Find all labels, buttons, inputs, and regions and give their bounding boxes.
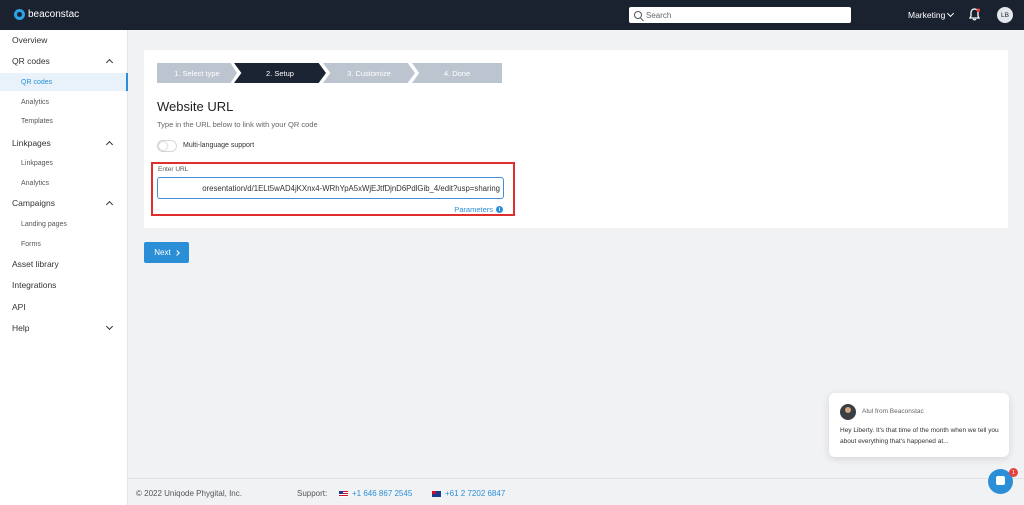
sidebar-item-label: API [12, 302, 26, 312]
sidebar-item-qr-codes[interactable]: QR codes [0, 52, 128, 70]
sidebar-item-label: Templates [21, 117, 53, 125]
footer: © 2022 Uniqode Phygital, Inc. Support: +… [128, 478, 1024, 505]
step-setup[interactable]: 2. Setup [234, 63, 326, 83]
chat-sender: Atul from Beaconstac [862, 408, 924, 415]
sidebar-item-help[interactable]: Help [0, 319, 128, 337]
account-dropdown[interactable]: Marketing [908, 9, 955, 20]
sidebar-item-label: Integrations [12, 280, 57, 290]
phone-us-link[interactable]: +1 646 867 2545 [339, 489, 412, 498]
chevron-right-icon [173, 249, 180, 256]
sidebar-item-label: QR codes [12, 56, 50, 66]
top-bar: beaconstac Marketing LB [0, 0, 1024, 30]
sidebar: Overview QR codes QR codes Analytics Tem… [0, 30, 128, 505]
search-input[interactable] [646, 10, 836, 20]
sidebar-item-label: Linkpages [12, 138, 51, 148]
sidebar-item-label: Asset library [12, 259, 59, 269]
sidebar-item-label: Analytics [21, 179, 50, 187]
chevron-up-icon [105, 140, 114, 149]
chat-unread-badge: 1 [1009, 468, 1018, 477]
avatar[interactable]: LB [997, 7, 1013, 23]
sidebar-item-label: Overview [12, 35, 48, 45]
parameters-label: Parameters [454, 205, 493, 214]
brand-name: beaconstac [28, 9, 80, 20]
sidebar-subitem-landing-pages[interactable]: Landing pages [0, 215, 128, 233]
sidebar-item-label: Landing pages [21, 220, 67, 228]
brand-logo[interactable]: beaconstac [14, 9, 79, 20]
sidebar-item-overview[interactable]: Overview [0, 31, 128, 49]
bell-icon[interactable] [969, 8, 980, 21]
info-icon: i [496, 206, 503, 213]
beaconstac-logo-icon [14, 9, 25, 20]
sidebar-subitem-linkpages-analytics[interactable]: Analytics [0, 174, 128, 192]
sidebar-item-label: Campaigns [12, 198, 55, 208]
sidebar-item-campaigns[interactable]: Campaigns [0, 194, 128, 212]
chevron-up-icon [105, 58, 114, 67]
phone-au: +61 2 7202 6847 [445, 489, 506, 498]
search-icon [634, 11, 642, 19]
sidebar-subitem-qr-codes[interactable]: QR codes [0, 73, 128, 91]
step-done[interactable]: 4. Done [412, 63, 502, 83]
multi-language-toggle[interactable] [157, 140, 177, 152]
next-button[interactable]: Next [144, 242, 189, 263]
step-customize[interactable]: 3. Customize [323, 63, 415, 83]
au-flag-icon [432, 490, 441, 497]
url-field-highlight: Enter URL Parameters i [151, 162, 515, 216]
page-title: Website URL [157, 99, 234, 114]
page-subtitle: Type in the URL below to link with your … [157, 120, 318, 129]
url-field-label: Enter URL [158, 166, 189, 173]
sidebar-subitem-templates[interactable]: Templates [0, 112, 128, 130]
sidebar-subitem-forms[interactable]: Forms [0, 235, 128, 253]
sidebar-item-linkpages[interactable]: Linkpages [0, 134, 128, 152]
url-input[interactable] [157, 177, 504, 199]
sidebar-subitem-analytics[interactable]: Analytics [0, 93, 128, 111]
sidebar-item-integrations[interactable]: Integrations [0, 276, 128, 294]
sidebar-item-label: Forms [21, 240, 41, 248]
phone-au-link[interactable]: +61 2 7202 6847 [432, 489, 505, 498]
search-box[interactable] [629, 7, 851, 23]
chat-message: Hey Liberty. It's that time of the month… [840, 427, 999, 445]
chevron-up-icon [105, 200, 114, 209]
sidebar-subitem-linkpages[interactable]: Linkpages [0, 154, 128, 172]
sidebar-item-asset-library[interactable]: Asset library [0, 255, 128, 273]
sidebar-item-label: Analytics [21, 98, 50, 106]
multi-language-label: Multi-language support [183, 142, 255, 149]
next-label: Next [154, 248, 171, 257]
setup-card: 1. Select type 2. Setup 3. Customize 4. … [144, 50, 1008, 228]
parameters-link[interactable]: Parameters i [454, 205, 503, 214]
copyright: © 2022 Uniqode Phygital, Inc. [136, 489, 242, 498]
stepper: 1. Select type 2. Setup 3. Customize 4. … [157, 63, 502, 83]
account-label: Marketing [908, 10, 946, 20]
support-label: Support: [297, 489, 328, 498]
sidebar-item-label: Help [12, 323, 30, 333]
chat-avatar [840, 404, 856, 420]
phone-us: +1 646 867 2545 [352, 489, 413, 498]
sidebar-item-label: QR codes [21, 78, 53, 86]
chevron-down-icon [947, 9, 955, 18]
sidebar-item-api[interactable]: API [0, 298, 128, 316]
sidebar-item-label: Linkpages [21, 159, 53, 167]
us-flag-icon [339, 490, 348, 497]
step-select-type[interactable]: 1. Select type [157, 63, 237, 83]
chat-message-card[interactable]: Atul from Beaconstac Hey Liberty. It's t… [829, 393, 1009, 457]
chevron-down-icon [105, 322, 114, 331]
